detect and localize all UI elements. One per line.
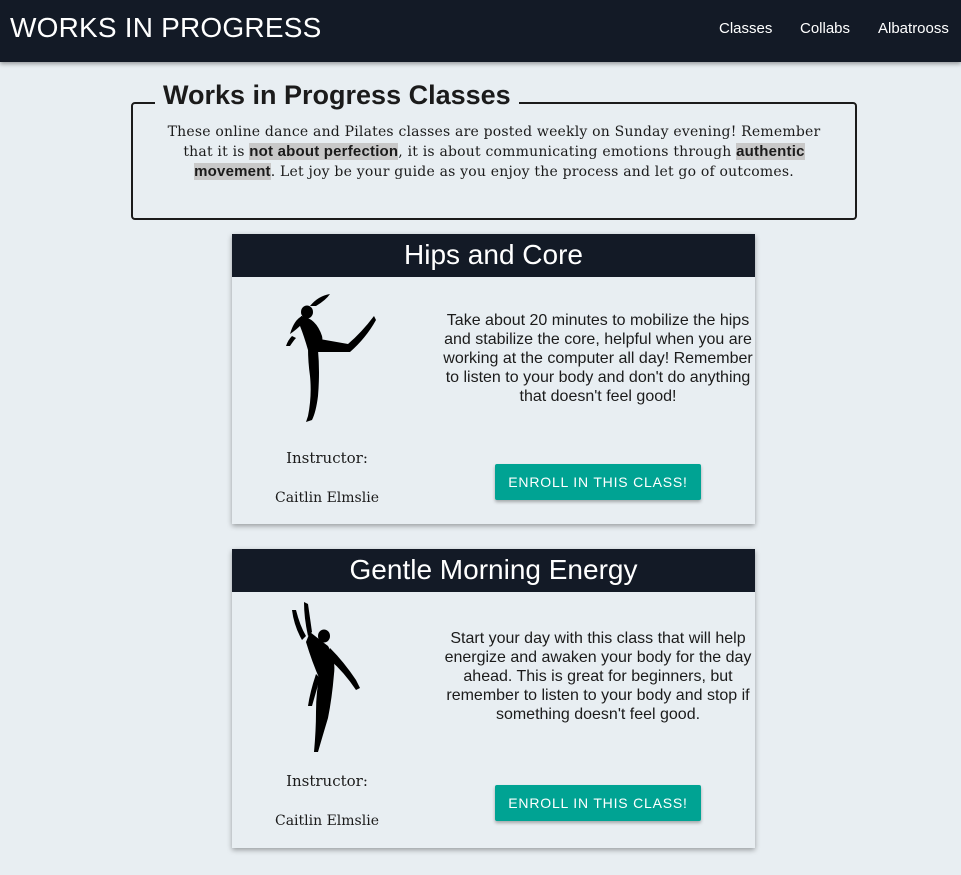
intro-box: Works in Progress Classes These online d… (131, 80, 857, 220)
class-description: Start your day with this class that will… (444, 630, 752, 723)
nav-link-albatrooss[interactable]: Albatrooss (878, 20, 949, 37)
intro-paragraph: These online dance and Pilates classes a… (167, 123, 821, 182)
enroll-button[interactable]: Enroll in this class! (495, 464, 701, 500)
intro-text-part: . Let joy be your guide as you enjoy the… (270, 164, 794, 180)
enroll-button[interactable]: Enroll in this class! (495, 785, 701, 821)
instructor-name: Caitlin Elmslie (275, 490, 379, 506)
class-description: Take about 20 minutes to mobilize the hi… (443, 312, 753, 405)
class-title: Gentle Morning Energy (232, 549, 755, 592)
intro-text-part: , it is about communicating emotions thr… (398, 144, 737, 160)
nav-link-collabs[interactable]: Collabs (800, 20, 850, 37)
page-title: Works in Progress Classes (155, 80, 519, 111)
site-brand[interactable]: WORKS IN PROGRESS (10, 12, 321, 44)
dancer-leg-extension-silhouette-icon (292, 602, 360, 752)
highlight-not-about-perfection: not about perfection (249, 143, 399, 160)
nav-link-classes[interactable]: Classes (719, 20, 772, 37)
instructor-name: Caitlin Elmslie (275, 813, 379, 829)
instructor-label: Instructor: (286, 772, 368, 790)
class-title: Hips and Core (232, 234, 755, 277)
class-card-hips-and-core: Hips and Core Instructor: Caitlin Elmsli… (232, 234, 755, 524)
class-card-gentle-morning-energy: Gentle Morning Energy Instructor: Caitli… (232, 549, 755, 848)
top-navbar: WORKS IN PROGRESS Classes Collabs Albatr… (0, 0, 961, 62)
dancer-arabesque-silhouette-icon (286, 294, 376, 422)
instructor-label: Instructor: (286, 449, 368, 467)
